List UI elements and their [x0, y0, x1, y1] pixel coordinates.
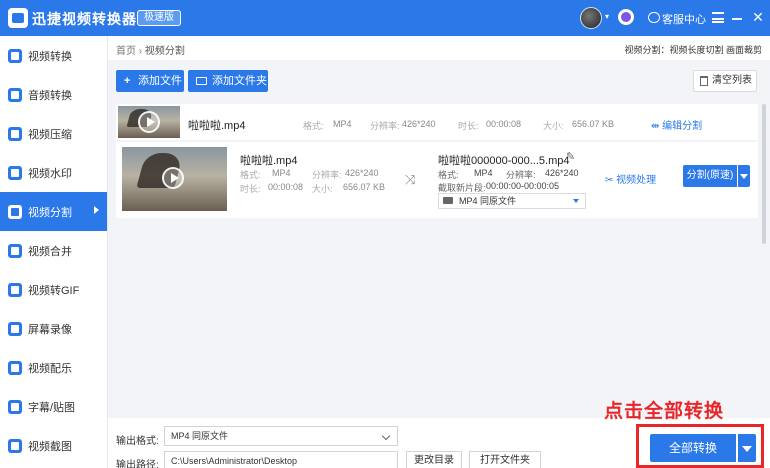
breadcrumb: 首页 › 视频分割 — [116, 42, 185, 57]
folder-icon — [196, 77, 207, 85]
scrollbar[interactable] — [762, 104, 766, 244]
sidebar-item-screen-record[interactable]: 屏幕录像 — [0, 309, 107, 348]
output-format-dropdown[interactable]: MP4 同原文件 — [164, 426, 398, 446]
plus-icon: + — [124, 75, 131, 87]
sidebar-item-audio-convert[interactable]: 音频转换 — [0, 75, 107, 114]
file-name: 啦啦啦.mp4 — [240, 155, 298, 167]
scissors-icon: ✂ — [605, 175, 617, 186]
output-path-field[interactable]: C:\Users\Administrator\Desktop — [164, 451, 398, 468]
music-icon — [8, 360, 22, 375]
output-resolution-value: 426*240 — [545, 168, 579, 178]
shuffle-icon: ⤨ — [405, 172, 416, 187]
clear-list-button[interactable]: 清空列表 — [693, 70, 757, 92]
app-logo-icon — [8, 8, 28, 28]
duration-value: 00:00:08 — [268, 182, 304, 192]
breadcrumb-current: 视频分割 — [144, 46, 185, 57]
play-icon[interactable] — [162, 167, 184, 189]
clip-range: 00:00:00-00:00:05 — [486, 181, 560, 191]
output-format-label: 输出格式: — [116, 436, 159, 447]
user-avatar[interactable] — [580, 7, 602, 29]
resolution-value: 426*240 — [345, 168, 379, 178]
sidebar-item-video-screenshot[interactable]: 视频截图 — [0, 426, 107, 465]
video-process-link[interactable]: ✂ 视频处理 — [605, 171, 656, 186]
output-file-name: 啦啦啦000000-000...5.mp4 — [438, 155, 570, 167]
chevron-down-icon — [381, 431, 391, 441]
video-file-icon — [443, 197, 453, 204]
duration-label: 时长: — [240, 184, 261, 194]
split-edit-icon: ⇹ — [651, 121, 663, 132]
subtitle-icon — [8, 399, 22, 414]
video-compress-icon — [8, 126, 22, 141]
output-format-value: MP4 — [474, 168, 493, 178]
convert-dropdown-button[interactable] — [738, 434, 756, 462]
screen-record-icon — [8, 321, 22, 336]
sidebar: 视频转换 音频转换 视频压缩 视频水印 视频分割 视频合并 视频转GIF 屏幕录… — [0, 36, 108, 468]
customer-service-link[interactable]: 客服中心 — [662, 11, 706, 27]
duration-label: 时长: — [458, 121, 479, 131]
video-convert-icon — [8, 48, 22, 63]
annotation-text: 点击全部转换 — [604, 401, 725, 422]
play-icon[interactable] — [138, 111, 160, 133]
format-label: 格式: — [240, 170, 261, 180]
vip-icon[interactable] — [618, 9, 634, 25]
trash-icon — [700, 76, 708, 86]
avatar-dropdown-icon[interactable]: ▾ — [605, 12, 609, 21]
breadcrumb-home[interactable]: 首页 — [116, 46, 136, 57]
resolution-value: 426*240 — [402, 119, 436, 129]
close-icon[interactable]: ✕ — [752, 10, 764, 24]
format-label: 格式: — [303, 121, 324, 131]
minimize-icon[interactable] — [732, 18, 742, 20]
size-label: 大小: — [312, 184, 333, 194]
sidebar-item-video-music[interactable]: 视频配乐 — [0, 348, 107, 387]
file-name: 啦啦啦.mp4 — [188, 120, 246, 132]
menu-icon[interactable] — [712, 12, 724, 23]
feature-hint: 视频分割：视频长度切割 画面裁剪 — [624, 45, 762, 55]
sidebar-item-video-convert[interactable]: 视频转换 — [0, 36, 107, 75]
breadcrumb-separator: › — [138, 46, 143, 57]
video-watermark-icon — [8, 165, 22, 180]
chevron-right-icon — [94, 206, 99, 214]
audio-convert-icon — [8, 87, 22, 102]
sidebar-item-subtitle-sticker[interactable]: 字幕/贴图 — [0, 387, 107, 426]
split-dropdown-button[interactable] — [738, 165, 750, 187]
edit-split-link[interactable]: ⇹ 编辑分割 — [651, 117, 702, 132]
size-value: 656.07 KB — [343, 182, 386, 192]
open-folder-button[interactable]: 打开文件夹 — [469, 451, 541, 468]
resolution-label: 分辨率: — [370, 121, 400, 131]
customer-service-icon[interactable] — [648, 12, 660, 23]
video-merge-icon — [8, 243, 22, 258]
gif-icon — [8, 282, 22, 297]
convert-all-button[interactable]: 全部转换 — [650, 434, 736, 462]
edition-badge: 极速版 — [137, 10, 181, 26]
size-label: 大小: — [543, 121, 564, 131]
output-path-label: 输出路径: — [116, 460, 159, 468]
change-directory-button[interactable]: 更改目录 — [406, 451, 462, 468]
split-button[interactable]: 分割(原速) — [683, 165, 737, 187]
output-format-select[interactable]: MP4 同原文件 — [438, 193, 586, 209]
caret-down-icon — [573, 199, 579, 203]
sidebar-item-video-watermark[interactable]: 视频水印 — [0, 153, 107, 192]
sidebar-item-video-split[interactable]: 视频分割 — [0, 192, 107, 231]
screenshot-icon — [8, 438, 22, 453]
format-value: MP4 — [333, 119, 352, 129]
video-split-icon — [8, 204, 22, 219]
resolution-label: 分辨率: — [312, 170, 342, 180]
add-file-button[interactable]: + 添加文件 — [116, 70, 184, 92]
title-bar: 迅捷视频转换器 极速版 ▾ 客服中心 ✕ — [0, 0, 770, 36]
sidebar-item-video-merge[interactable]: 视频合并 — [0, 231, 107, 270]
duration-value: 00:00:08 — [486, 119, 522, 129]
output-format-label: 格式: — [438, 170, 459, 180]
pencil-icon[interactable]: ✎ — [566, 150, 575, 163]
size-value: 656.07 KB — [572, 119, 615, 129]
add-folder-button[interactable]: 添加文件夹 — [188, 70, 268, 92]
sidebar-item-video-to-gif[interactable]: 视频转GIF — [0, 270, 107, 309]
app-title: 迅捷视频转换器 — [32, 11, 137, 27]
sidebar-item-video-compress[interactable]: 视频压缩 — [0, 114, 107, 153]
format-value: MP4 — [272, 168, 291, 178]
output-resolution-label: 分辨率: — [506, 170, 536, 180]
